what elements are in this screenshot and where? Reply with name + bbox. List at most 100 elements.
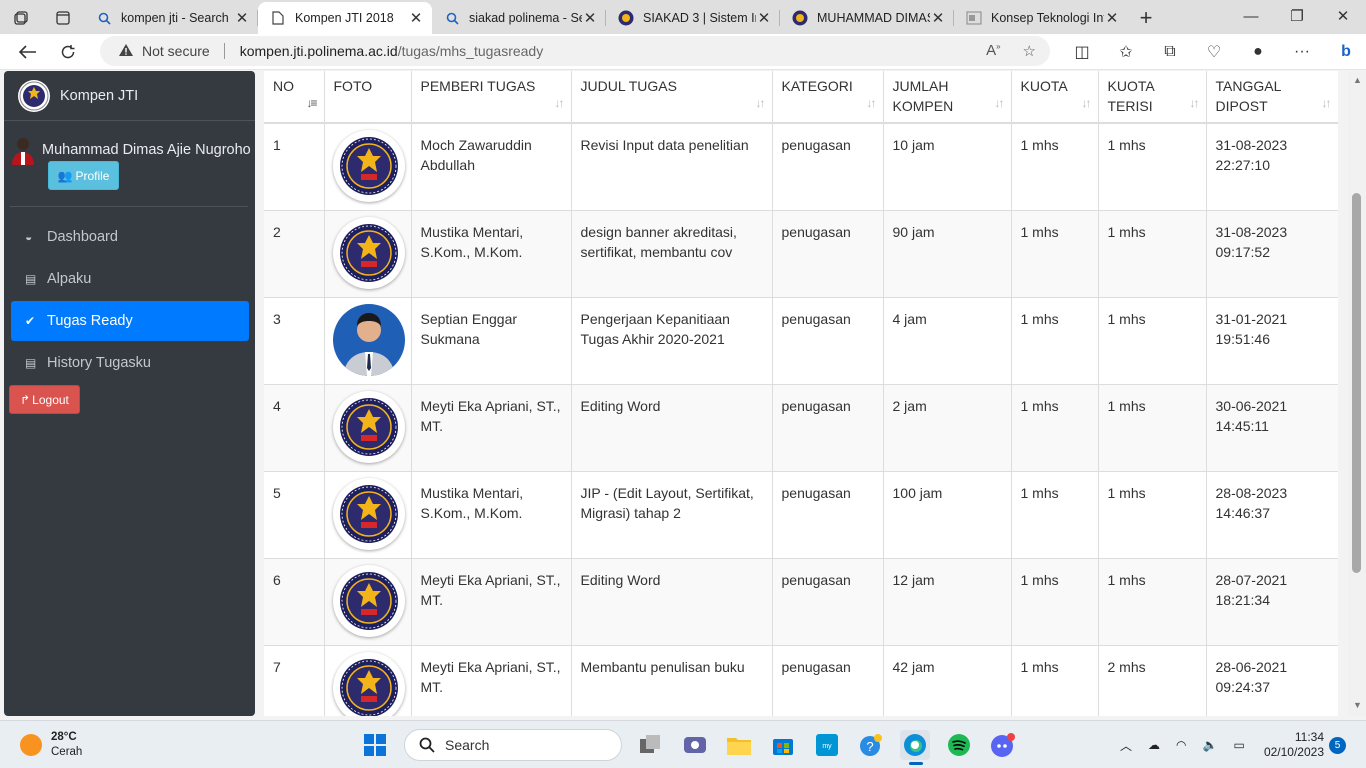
edge-icon[interactable] (900, 730, 930, 765)
tab-actions-icon[interactable] (42, 2, 84, 34)
sidebar-menu: ◒ Dashboard ▤ Alpaku ✔ Tugas Ready ▤ His… (4, 217, 255, 385)
teams-icon[interactable] (680, 730, 710, 760)
table-row[interactable]: 5 Mustika Mentari, S.Kom., M.Kom. JIP - (E… (264, 471, 1338, 559)
new-tab-icon[interactable]: + (1128, 2, 1164, 34)
browser-tab[interactable]: MUHAMMAD DIMAS ✕ (780, 2, 954, 34)
close-tab-icon[interactable]: ✕ (582, 9, 598, 27)
volume-icon[interactable]: 🔈 (1203, 738, 1218, 752)
sort-icon[interactable]: ↓↑ (1190, 93, 1200, 113)
notification-badge[interactable]: 5 (1329, 737, 1346, 754)
column-header-no[interactable]: NO ↓≡ (264, 71, 325, 124)
security-label[interactable]: Not secure (142, 43, 210, 59)
column-header-judul-tugas[interactable]: JUDUL TUGAS ↓↑ (571, 71, 773, 124)
column-header-tanggal-dipost[interactable]: TANGGAL DIPOST ↓↑ (1206, 71, 1338, 124)
help-icon[interactable]: ? (856, 730, 886, 760)
cell-kuota: 1 mhs (1011, 297, 1099, 385)
column-header-jumlah-kompen[interactable]: JUMLAH KOMPEN ↓↑ (883, 71, 1012, 124)
url-text[interactable]: kompen.jti.polinema.ac.id/tugas/mhs_tuga… (240, 43, 544, 59)
sidebar-item-alpaku[interactable]: ▤ Alpaku (11, 259, 249, 299)
scrollbar-thumb[interactable] (1352, 193, 1361, 573)
cell-tanggal-dipost: 28-08-2023 14:46:37 (1206, 471, 1338, 559)
discord-icon[interactable] (988, 730, 1018, 760)
sort-icon[interactable]: ↓↑ (756, 93, 766, 113)
sort-icon[interactable]: ↓↑ (1082, 93, 1092, 113)
refresh-icon[interactable] (48, 36, 88, 68)
scroll-down-icon[interactable]: ▼ (1353, 700, 1362, 710)
table-row[interactable]: 2 Mustika Mentari, S.Kom., M.Kom. design b… (264, 210, 1338, 298)
sidebar-item-tugas-ready[interactable]: ✔ Tugas Ready (11, 301, 249, 341)
table-row[interactable]: 1 Moch Zawaruddin Abdullah Revisi Input da… (264, 123, 1338, 211)
column-header-kuota[interactable]: KUOTA ↓↑ (1011, 71, 1099, 124)
tasks-table: NO ↓≡ FOTO PEMBERI TUGAS ↓↑ JUDUL TUGAS ↓↑ … (264, 71, 1338, 716)
close-tab-icon[interactable]: ✕ (1104, 9, 1120, 27)
split-screen-icon[interactable]: ◫ (1060, 42, 1104, 62)
table-row[interactable]: 7 Meyti Eka Apriani, ST., MT. Membantu pen… (264, 645, 1338, 716)
table-row[interactable]: 3 Septian Enggar Sukmana Pengerjaan Kepani… (264, 297, 1338, 385)
more-menu-icon[interactable]: ··· (1280, 43, 1324, 61)
sort-icon[interactable]: ↓↑ (995, 93, 1005, 113)
url-field[interactable]: Not secure kompen.jti.polinema.ac.id/tug… (100, 36, 1050, 66)
minimize-icon[interactable]: — (1228, 0, 1274, 32)
cloud-icon[interactable]: ☁ (1148, 738, 1160, 752)
avatar (10, 135, 36, 168)
close-tab-icon[interactable]: ✕ (930, 9, 946, 27)
sort-icon[interactable]: ↓↑ (1322, 93, 1332, 113)
logout-button[interactable]: ↱ Logout (9, 385, 80, 414)
battery-icon[interactable]: ▭ (1233, 738, 1244, 752)
copilot-icon[interactable]: b (1324, 43, 1366, 61)
table-row[interactable]: 4 Meyti Eka Apriani, ST., MT. Editing Word… (264, 384, 1338, 472)
profile-button[interactable]: 👥 Profile (48, 161, 119, 190)
column-header-kuota-terisi[interactable]: KUOTA TERISI ↓↑ (1098, 71, 1207, 124)
column-header-pemberi-tugas[interactable]: PEMBERI TUGAS ↓↑ (411, 71, 572, 124)
address-bar: Not secure kompen.jti.polinema.ac.id/tug… (0, 34, 1366, 70)
tab-title: Konsep Teknologi Inf (991, 11, 1104, 25)
browser-tab[interactable]: kompen jti - Search ✕ (84, 2, 258, 34)
table-row[interactable]: 6 Meyti Eka Apriani, ST., MT. Editing Word… (264, 558, 1338, 646)
weather-condition: Cerah (51, 746, 83, 758)
browser-tab[interactable]: Konsep Teknologi Inf ✕ (954, 2, 1128, 34)
sort-icon[interactable]: ↓↑ (555, 93, 565, 113)
search-icon (444, 10, 460, 26)
spotify-icon[interactable] (944, 730, 974, 760)
brand[interactable]: Kompen JTI (4, 71, 255, 121)
sort-icon[interactable]: ↓↑ (867, 93, 877, 113)
browser-tab[interactable]: SIAKAD 3 | Sistem Inf ✕ (606, 2, 780, 34)
weather-widget[interactable]: 28°C Cerah (20, 730, 82, 760)
browser-tab-active[interactable]: Kompen JTI 2018 ✕ (258, 2, 432, 34)
browser-tab[interactable]: siakad polinema - Se ✕ (432, 2, 606, 34)
file-explorer-icon[interactable] (724, 730, 754, 760)
start-icon[interactable] (360, 730, 390, 760)
back-icon[interactable] (8, 36, 48, 68)
workspaces-icon[interactable] (0, 2, 42, 34)
tab-title: siakad polinema - Se (469, 11, 582, 25)
browser-essentials-icon[interactable]: ♡ (1192, 42, 1236, 62)
task-view-icon[interactable] (636, 730, 666, 760)
wifi-icon[interactable]: ◠ (1176, 738, 1186, 752)
sidebar-item-history-tugasku[interactable]: ▤ History Tugasku (11, 343, 249, 383)
taskbar-search[interactable]: Search (404, 729, 622, 761)
profile-icon[interactable]: ● (1236, 43, 1280, 61)
collections-icon[interactable]: ⧉ (1148, 43, 1192, 61)
clock[interactable]: 11:34 02/10/2023 (1264, 730, 1324, 760)
close-tab-icon[interactable]: ✕ (408, 9, 424, 27)
cell-tanggal-dipost: 31-01-2021 19:51:46 (1206, 297, 1338, 385)
microsoft-store-icon[interactable] (768, 730, 798, 760)
close-tab-icon[interactable]: ✕ (756, 9, 772, 27)
chevron-up-icon[interactable]: ︿ (1120, 737, 1132, 754)
scroll-up-icon[interactable]: ▲ (1353, 75, 1362, 85)
sidebar-item-dashboard[interactable]: ◒ Dashboard (11, 217, 249, 257)
sort-icon[interactable]: ↓≡ (306, 93, 317, 113)
favorite-star-icon[interactable]: ☆ (1023, 42, 1036, 60)
warning-icon[interactable] (118, 43, 134, 60)
favorites-icon[interactable]: ✩ (1104, 42, 1148, 62)
close-tab-icon[interactable]: ✕ (234, 9, 250, 27)
cell-kuota-terisi: 1 mhs (1098, 558, 1207, 646)
column-header-kategori[interactable]: KATEGORI ↓↑ (772, 71, 884, 124)
read-aloud-icon[interactable]: A» (986, 42, 1000, 60)
url-path: /tugas/mhs_tugasready (397, 43, 544, 59)
restore-icon[interactable]: ❐ (1274, 0, 1320, 32)
sidebar-item-label: Tugas Ready (47, 313, 133, 329)
vertical-scrollbar[interactable]: ▲ ▼ (1348, 71, 1366, 716)
close-window-icon[interactable]: ✕ (1320, 0, 1366, 32)
myhp-icon[interactable]: my (812, 730, 842, 760)
